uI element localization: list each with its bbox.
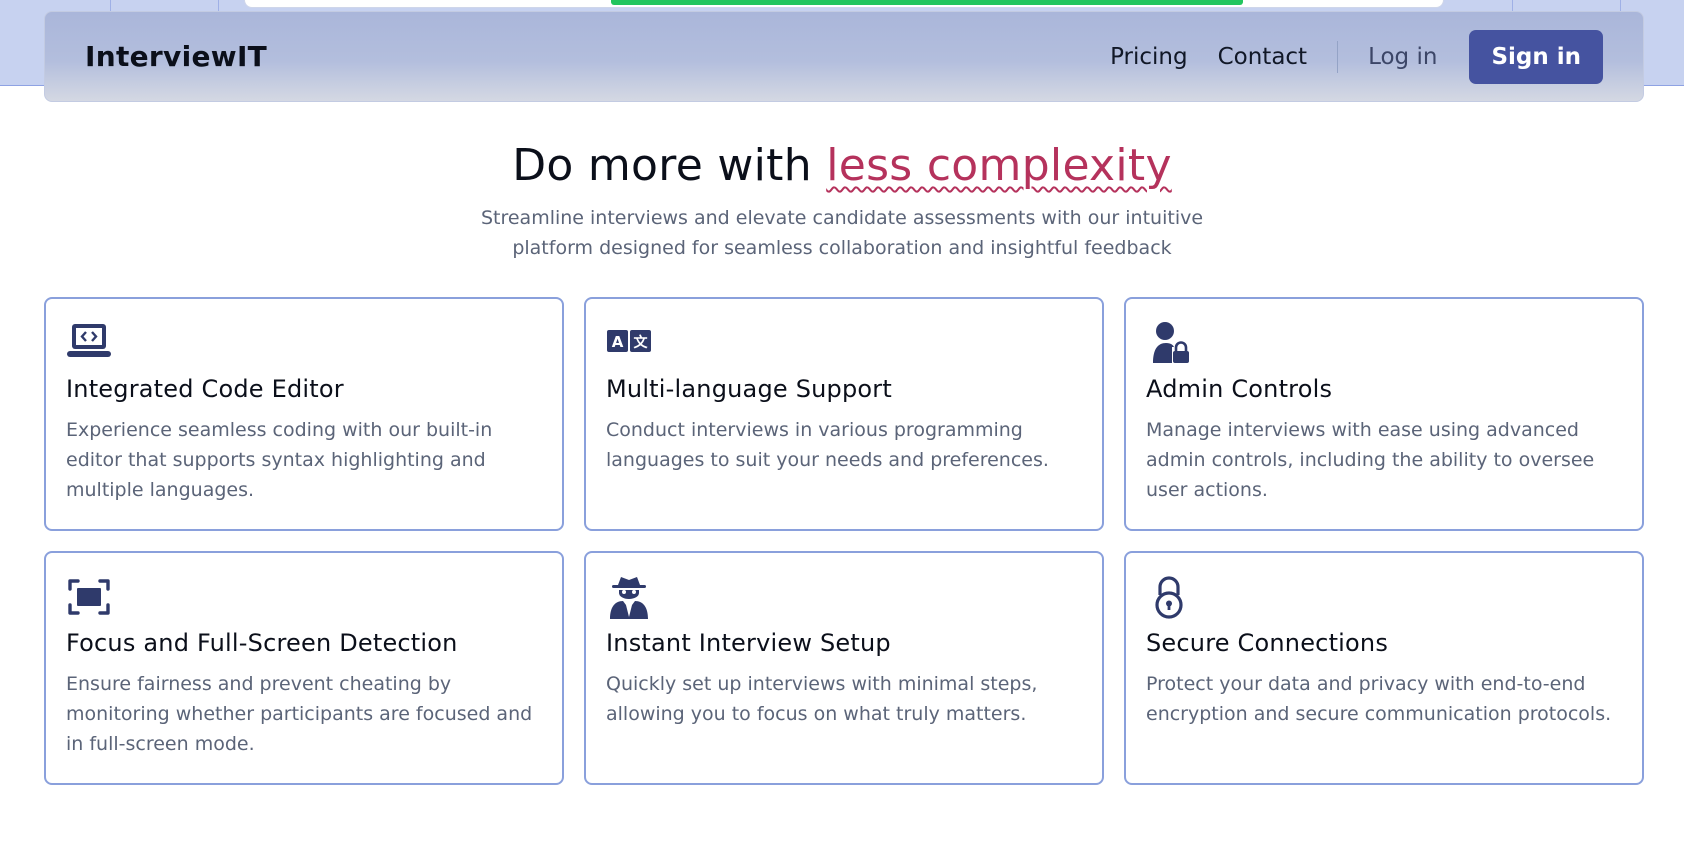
nav-links: Pricing Contact Log in Sign in bbox=[1080, 29, 1603, 84]
feature-title: Admin Controls bbox=[1146, 375, 1333, 403]
feature-description: Protect your data and privacy with end-t… bbox=[1146, 673, 1612, 725]
feature-card-fullscreen-detection: Focus and Full-Screen Detection Ensure f… bbox=[44, 551, 564, 785]
laptop-code-icon bbox=[66, 321, 112, 365]
feature-description: Ensure fairness and prevent cheating by … bbox=[66, 673, 533, 755]
feature-card-code-editor: Integrated Code Editor Experience seamle… bbox=[44, 297, 564, 531]
hero-title-plain: Do more with bbox=[512, 140, 827, 191]
hero: Do more with less complexity Streamline … bbox=[0, 140, 1684, 263]
feature-description: Experience seamless coding with our buil… bbox=[66, 419, 493, 501]
nav-divider bbox=[1337, 40, 1339, 73]
user-secret-icon bbox=[606, 575, 652, 619]
feature-title: Integrated Code Editor bbox=[66, 375, 344, 403]
login-link[interactable]: Log in bbox=[1368, 44, 1437, 70]
hero-subtitle: Streamline interviews and elevate candid… bbox=[480, 207, 1204, 259]
feature-title: Multi-language Support bbox=[606, 375, 892, 403]
feature-description: Quickly set up interviews with minimal s… bbox=[606, 673, 1038, 725]
feature-card-admin-controls: Admin Controls Manage interviews with ea… bbox=[1124, 297, 1644, 531]
svg-text:文: 文 bbox=[634, 334, 649, 351]
fullscreen-icon bbox=[66, 575, 112, 619]
svg-text:A: A bbox=[612, 333, 624, 351]
nav-link-pricing[interactable]: Pricing bbox=[1110, 44, 1188, 70]
feature-title: Focus and Full-Screen Detection bbox=[66, 629, 458, 657]
scroll-progress-strip bbox=[244, 0, 1444, 8]
feature-description: Conduct interviews in various programmin… bbox=[606, 419, 1049, 471]
lock-icon bbox=[1146, 575, 1192, 619]
scroll-progress-bar bbox=[611, 0, 1243, 5]
feature-description: Manage interviews with ease using advanc… bbox=[1146, 419, 1595, 501]
feature-grid: Integrated Code Editor Experience seamle… bbox=[44, 297, 1644, 785]
feature-title: Secure Connections bbox=[1146, 629, 1389, 657]
feature-card-instant-setup: Instant Interview Setup Quickly set up i… bbox=[584, 551, 1104, 785]
feature-card-secure-connections: Secure Connections Protect your data and… bbox=[1124, 551, 1644, 785]
feature-title: Instant Interview Setup bbox=[606, 629, 891, 657]
navbar: InterviewIT Pricing Contact Log in Sign … bbox=[44, 11, 1644, 102]
feature-card-multi-language: A文 Multi-language Support Conduct interv… bbox=[584, 297, 1104, 531]
hero-title: Do more with less complexity bbox=[0, 140, 1684, 191]
language-icon: A文 bbox=[606, 321, 652, 365]
nav-link-contact[interactable]: Contact bbox=[1218, 44, 1307, 70]
signin-button[interactable]: Sign in bbox=[1469, 29, 1603, 84]
brand-logo[interactable]: InterviewIT bbox=[85, 40, 267, 73]
user-lock-icon bbox=[1146, 321, 1192, 365]
hero-title-accent: less complexity bbox=[826, 140, 1172, 191]
